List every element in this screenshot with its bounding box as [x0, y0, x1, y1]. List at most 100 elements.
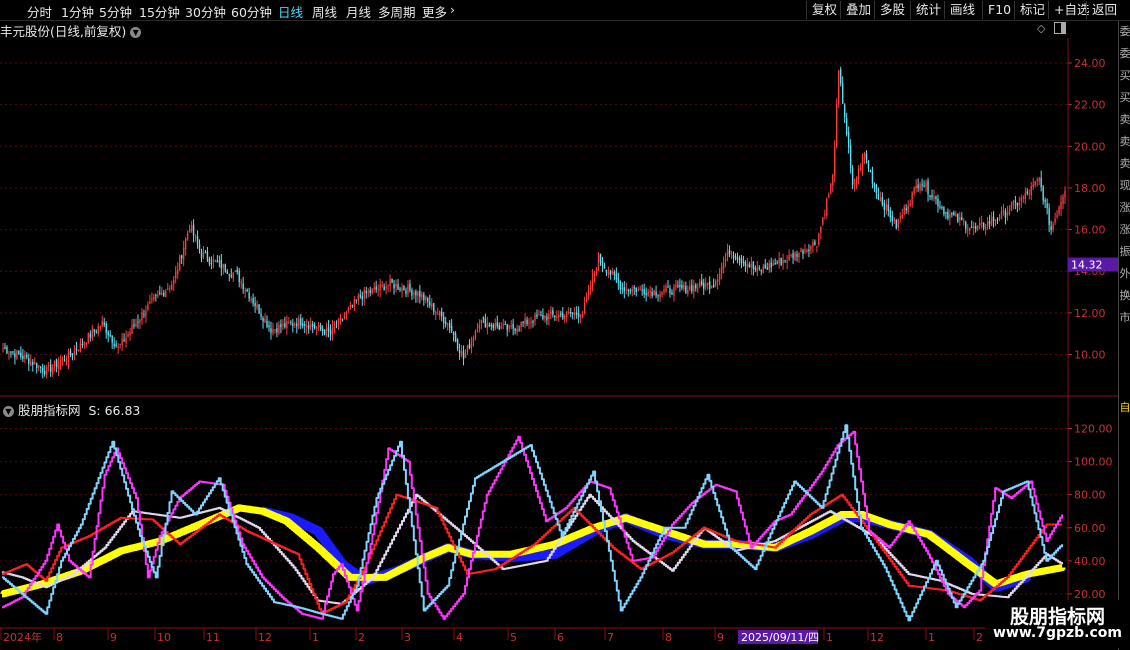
tool-button-6[interactable]: 标记	[1014, 1, 1050, 19]
candle-body	[774, 263, 776, 265]
candle-body	[583, 302, 586, 314]
candle-body	[621, 287, 624, 289]
candle-body	[575, 312, 578, 315]
diamond-icon[interactable]: ◇	[1037, 22, 1045, 35]
candle-body	[81, 343, 84, 345]
candle-body	[568, 311, 570, 314]
tool-button-3[interactable]: 统计	[910, 1, 946, 19]
candle-body	[764, 264, 766, 269]
candle-body	[26, 355, 28, 358]
candle-body	[522, 321, 524, 323]
candle-body	[107, 331, 109, 336]
candle-body	[417, 291, 419, 296]
candle-body	[768, 263, 770, 270]
candle-body	[147, 304, 149, 310]
period-tab-10[interactable]: 更多	[422, 2, 447, 21]
time-label: 2024年	[3, 630, 42, 644]
price-tick-label: 10.00	[1074, 349, 1106, 362]
series-magenta	[2, 430, 1064, 620]
candle-body	[605, 269, 608, 273]
candle-body	[439, 311, 441, 316]
period-tab-5[interactable]: 60分钟	[231, 2, 272, 21]
candle-body	[542, 314, 544, 319]
candle-body	[822, 217, 824, 225]
candle-body	[901, 214, 903, 219]
period-tab-8[interactable]: 月线	[346, 2, 371, 21]
stock-title[interactable]: 丰元股份(日线,前复权)	[0, 24, 126, 39]
candle-body	[383, 286, 385, 291]
candle-body	[123, 339, 125, 342]
candle-body	[1016, 202, 1019, 206]
period-tab-2[interactable]: 5分钟	[99, 2, 132, 21]
candle-body	[278, 324, 280, 333]
candle-body	[391, 278, 393, 283]
indicator-tick-label: 80.00	[1074, 489, 1106, 502]
candle-body	[8, 353, 10, 355]
candle-body	[129, 331, 131, 336]
candle-body	[480, 319, 483, 324]
candle-body	[145, 310, 147, 317]
tool-button-5[interactable]: F10	[982, 1, 1016, 19]
tool-button-8[interactable]: 返回	[1086, 1, 1122, 19]
period-tab-6[interactable]: 日线	[278, 2, 303, 21]
candle-body	[871, 171, 874, 184]
candle-body	[40, 366, 42, 368]
candle-body	[603, 265, 606, 269]
candle-body	[363, 290, 365, 299]
candle-body	[500, 326, 502, 329]
series-blue	[259, 506, 1032, 592]
candle-body	[629, 290, 631, 292]
period-tab-4[interactable]: 30分钟	[185, 2, 226, 21]
tool-button-4[interactable]: 画线	[944, 1, 980, 19]
candle-body	[117, 346, 119, 348]
chevron-down-icon[interactable]: ▼	[130, 27, 142, 38]
candle-body	[699, 281, 701, 287]
time-label: 9	[110, 631, 117, 644]
candle-body	[564, 315, 566, 320]
candle-body	[67, 351, 70, 363]
candle-body	[917, 184, 919, 189]
tool-button-1[interactable]: 叠加	[840, 1, 876, 19]
candle-body	[290, 321, 292, 323]
candle-body	[849, 145, 852, 168]
tool-button-0[interactable]: 复权	[806, 1, 842, 19]
indicator-tick-label: 100.00	[1074, 456, 1113, 469]
candle-body	[617, 277, 620, 283]
candle-body	[845, 118, 848, 135]
indicator-title[interactable]: 股朋指标网	[18, 403, 81, 418]
candle-body	[512, 323, 514, 329]
chevron-right-icon[interactable]: ›	[450, 2, 455, 17]
period-tab-9[interactable]: 多周期	[378, 2, 416, 21]
price-tick-label: 18.00	[1074, 182, 1106, 195]
strip-label-13: 市	[1119, 311, 1130, 324]
candle-body	[401, 287, 403, 292]
candle-body	[14, 353, 16, 358]
candle-body	[49, 364, 52, 372]
candle-body	[556, 316, 558, 318]
candle-body	[486, 323, 489, 329]
candle-body	[909, 203, 911, 206]
candle-body	[163, 292, 165, 296]
candle-body	[135, 323, 137, 327]
candle-body	[1060, 202, 1062, 209]
period-tab-3[interactable]: 15分钟	[139, 2, 180, 21]
candle-body	[405, 290, 407, 294]
candle-body	[300, 318, 302, 326]
candle-body	[244, 290, 246, 292]
chevron-down-icon[interactable]: ▼	[3, 406, 14, 417]
period-tab-0[interactable]: 分时	[27, 2, 52, 21]
tool-button-2[interactable]: 多股	[874, 1, 910, 19]
candle-body	[506, 324, 508, 331]
window-toggle-icon[interactable]	[1054, 22, 1066, 34]
candle-body	[89, 333, 92, 338]
candle-body	[341, 319, 344, 321]
period-tab-1[interactable]: 1分钟	[61, 2, 94, 21]
candle-body	[63, 360, 66, 362]
candle-body	[53, 361, 56, 367]
period-tab-7[interactable]: 周线	[312, 2, 337, 21]
candle-body	[307, 325, 310, 329]
candle-body	[839, 69, 842, 84]
candle-body	[613, 271, 616, 276]
candle-body	[853, 183, 856, 186]
time-label: 8	[56, 631, 63, 644]
